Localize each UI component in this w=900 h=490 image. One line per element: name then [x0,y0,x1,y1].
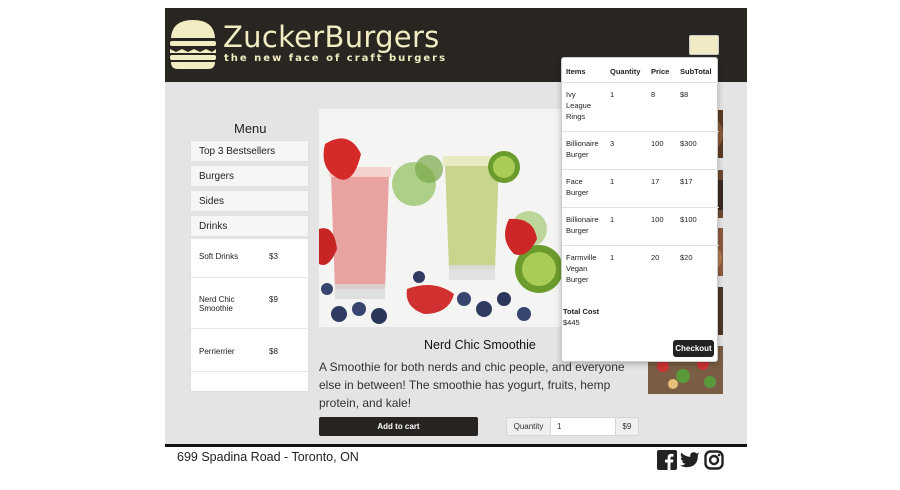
table-row: Ivy League Rings 1 8 $8 [562,82,719,131]
cart-item-subtotal: $20 [680,253,693,262]
list-item[interactable]: Perrierrier $8 [191,329,310,372]
add-to-cart-button[interactable]: Add to cart [319,417,478,436]
product-price: $9 [615,417,639,436]
cart-dropdown: Items Quantity Price SubTotal Ivy League… [561,57,719,362]
cart-item-subtotal: $300 [680,139,697,148]
sidebar-item-drinks[interactable]: Drinks [190,215,309,237]
brand-tagline: the new face of craft burgers [224,53,448,64]
cart-item-price: 100 [651,139,664,148]
list-item[interactable]: Nerd Chic Smoothie $9 [191,278,310,329]
cart-item-price: 8 [651,90,656,99]
table-row: Face Burger 1 17 $17 [562,169,719,207]
table-row: Farmville Vegan Burger 1 20 $20 [562,245,719,295]
list-item[interactable]: Soft Drinks $3 [191,239,310,278]
drink-price: $3 [269,252,278,261]
sidebar-item-top-3-bestsellers[interactable]: Top 3 Bestsellers [190,140,309,162]
product-image [319,109,561,327]
cart-item-subtotal: $100 [680,215,697,224]
cart-item-name: Ivy League Rings [566,90,592,121]
page: ZuckerBurgers the new face of craft burg… [0,0,900,490]
cart-header-price: Price [651,67,670,76]
cart-item-quantity: 1 [610,90,615,99]
cart-item-subtotal: $8 [680,90,689,99]
checkout-button[interactable]: Checkout [673,340,714,357]
instagram-icon[interactable] [704,450,724,470]
drinks-list: Soft Drinks $3 Nerd Chic Smoothie $9 Per… [190,238,310,392]
drink-price: $8 [269,347,278,356]
hamburger-menu-icon[interactable] [689,35,719,55]
cart-header-items: Items [566,67,586,76]
quantity-field[interactable]: 1 [550,417,616,436]
burger-icon[interactable] [168,16,218,72]
drink-name: Perrierrier [199,347,235,356]
sidebar-item-burgers[interactable]: Burgers [190,165,309,187]
product-title: Nerd Chic Smoothie [424,338,536,352]
drink-name: Soft Drinks [199,252,239,261]
cart-item-subtotal: $17 [680,177,693,186]
cart-header-subtotal: SubTotal [680,67,712,76]
cart-item-price: 100 [651,215,664,224]
drink-price: $9 [269,295,278,304]
footer-address: 699 Spadina Road - Toronto, ON [177,450,359,464]
cart-item-name: Billionaire Burger [566,139,599,159]
cart-item-name: Face Burger [566,177,589,197]
twitter-icon[interactable] [680,450,700,470]
cart-item-name: Billionaire Burger [566,215,599,235]
brand-name[interactable]: ZuckerBurgers [223,20,440,54]
product-description: A Smoothie for both nerds and chic peopl… [319,360,625,410]
total-cost-label: Total Cost [563,307,600,316]
cart-item-quantity: 1 [610,253,615,262]
cart-header-quantity: Quantity [610,67,641,76]
menu-title: Menu [234,121,267,136]
cart-item-quantity: 3 [610,139,615,148]
cart-item-name: Farmville Vegan Burger [566,253,597,284]
drink-name: Nerd Chic Smoothie [199,295,235,313]
cart-item-quantity: 1 [610,177,615,186]
table-row: Billionaire Burger 3 100 $300 [562,131,719,169]
quantity-label: Quantity [506,417,551,436]
total-cost-value: $445 [563,318,580,327]
facebook-icon[interactable] [657,450,677,470]
table-row: Billionaire Burger 1 100 $100 [562,207,719,245]
cart-item-price: 17 [651,177,660,186]
sidebar-item-sides[interactable]: Sides [190,190,309,212]
cart-item-quantity: 1 [610,215,615,224]
cart-item-price: 20 [651,253,660,262]
